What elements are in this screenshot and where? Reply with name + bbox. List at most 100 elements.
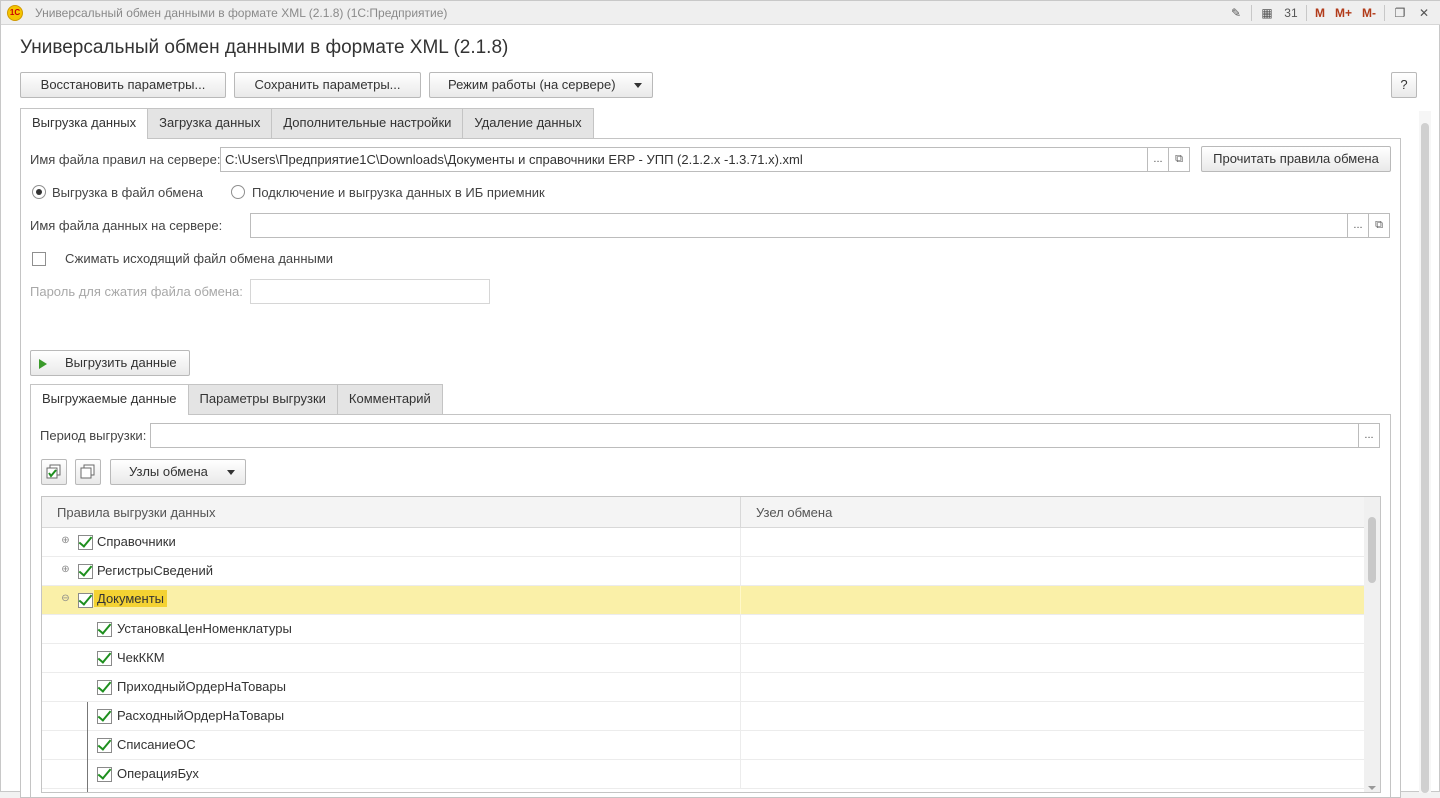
- radio-connect-export-label[interactable]: Подключение и выгрузка данных в ИБ прием…: [252, 185, 545, 200]
- titlebar-toolbar: ✎ ▦ 31 M M+ M- ❐ ✕: [1227, 4, 1433, 22]
- expand-icon[interactable]: ⊕: [61, 536, 70, 546]
- table-row[interactable]: ОперацияБух: [42, 760, 1364, 789]
- app-logo-icon: 1С: [7, 5, 23, 21]
- row-label: Документы: [94, 590, 168, 607]
- help-button[interactable]: ?: [1391, 72, 1417, 98]
- row-checkbox[interactable]: [97, 680, 112, 695]
- period-input[interactable]: [150, 423, 1360, 448]
- tab-comment[interactable]: Комментарий: [336, 384, 443, 414]
- notes-icon[interactable]: ✎: [1227, 4, 1245, 22]
- cell-divider: [740, 557, 741, 585]
- app-window: 1С Универсальный обмен данными в формате…: [0, 0, 1440, 798]
- export-data-label: Выгрузить данные: [65, 355, 177, 370]
- row-checkbox[interactable]: [97, 738, 112, 753]
- form-scrollbar[interactable]: [1419, 111, 1431, 793]
- scroll-down-icon[interactable]: [1368, 786, 1376, 790]
- export-data-button[interactable]: Выгрузить данные: [30, 350, 190, 376]
- compress-checkbox[interactable]: [32, 252, 46, 266]
- chevron-down-icon: [634, 83, 642, 88]
- cell-divider: [740, 760, 741, 788]
- row-label: ОперацияБух: [117, 766, 199, 781]
- column-divider: [740, 497, 741, 528]
- row-label: СписаниеОС: [117, 737, 196, 752]
- data-file-browse-button[interactable]: ...: [1347, 213, 1369, 238]
- uncheck-all-button[interactable]: [75, 459, 101, 485]
- table-row-selected[interactable]: ⊖ Документы: [42, 586, 1364, 615]
- calendar-icon[interactable]: 31: [1282, 4, 1300, 22]
- export-rules-table: Правила выгрузки данных Узел обмена ⊕ Сп…: [41, 496, 1381, 793]
- rules-file-open-icon[interactable]: ⧉: [1168, 147, 1190, 172]
- form-scrollbar-thumb[interactable]: [1421, 123, 1429, 793]
- toolbar-divider: [1305, 5, 1307, 21]
- rules-file-input[interactable]: C:\Users\Предприятие1С\Downloads\Докумен…: [220, 147, 1149, 172]
- table-row[interactable]: РасходныйОрдерНаТовары: [42, 702, 1364, 731]
- period-select-button[interactable]: ...: [1358, 423, 1380, 448]
- read-rules-button[interactable]: Прочитать правила обмена: [1201, 146, 1391, 172]
- mode-dropdown-label: Режим работы (на сервере): [448, 77, 616, 92]
- titlebar-text: Универсальный обмен данными в формате XM…: [35, 6, 448, 20]
- table-scrollbar-thumb[interactable]: [1368, 517, 1376, 583]
- toolbar-divider: [1384, 5, 1385, 21]
- password-input[interactable]: [250, 279, 490, 304]
- tree-connector-line: [87, 702, 88, 792]
- cell-divider: [740, 528, 741, 556]
- collapse-icon[interactable]: ⊖: [61, 594, 70, 604]
- row-checkbox[interactable]: [97, 709, 112, 724]
- tab-export[interactable]: Выгрузка данных: [20, 108, 149, 139]
- memory-m-button[interactable]: M: [1313, 4, 1327, 22]
- rules-file-label: Имя файла правил на сервере:: [30, 152, 221, 167]
- row-checkbox[interactable]: [97, 651, 112, 666]
- row-label: РегистрыСведений: [97, 563, 213, 578]
- tab-additional-settings[interactable]: Дополнительные настройки: [271, 108, 464, 138]
- tab-export-params[interactable]: Параметры выгрузки: [187, 384, 338, 414]
- table-row[interactable]: ЧекККМ: [42, 644, 1364, 673]
- row-label: УстановкаЦенНоменклатуры: [117, 621, 292, 636]
- column-header-rules[interactable]: Правила выгрузки данных: [57, 505, 216, 520]
- row-checkbox[interactable]: [97, 622, 112, 637]
- row-checkbox[interactable]: [78, 593, 93, 608]
- memory-minus-button[interactable]: M-: [1360, 4, 1378, 22]
- memory-plus-button[interactable]: M+: [1333, 4, 1354, 22]
- row-checkbox[interactable]: [78, 535, 93, 550]
- cell-divider: [740, 615, 741, 643]
- row-checkbox[interactable]: [97, 767, 112, 782]
- tab-exported-data[interactable]: Выгружаемые данные: [30, 384, 189, 415]
- tab-delete-data[interactable]: Удаление данных: [462, 108, 594, 138]
- main-tabs: Выгрузка данных Загрузка данных Дополнит…: [20, 108, 594, 139]
- table-row[interactable]: ⊕ РегистрыСведений: [42, 557, 1364, 586]
- cell-divider: [740, 644, 741, 672]
- period-label: Период выгрузки:: [40, 428, 147, 443]
- compress-label[interactable]: Сжимать исходящий файл обмена данными: [65, 251, 333, 266]
- radio-connect-export[interactable]: [231, 185, 245, 199]
- calculator-icon[interactable]: ▦: [1258, 4, 1276, 22]
- table-row[interactable]: УстановкаЦенНоменклатуры: [42, 615, 1364, 644]
- rules-file-browse-button[interactable]: ...: [1147, 147, 1169, 172]
- table-row[interactable]: СписаниеОС: [42, 731, 1364, 760]
- radio-export-to-file-label[interactable]: Выгрузка в файл обмена: [52, 185, 203, 200]
- mode-dropdown[interactable]: Режим работы (на сервере): [429, 72, 653, 98]
- toolbar-divider: [1250, 5, 1252, 21]
- exchange-nodes-label: Узлы обмена: [129, 464, 208, 479]
- radio-export-to-file[interactable]: [32, 185, 46, 199]
- data-file-open-icon[interactable]: ⧉: [1368, 213, 1390, 238]
- expand-icon[interactable]: ⊕: [61, 565, 70, 575]
- table-row[interactable]: ⊕ Справочники: [42, 528, 1364, 557]
- exchange-nodes-dropdown[interactable]: Узлы обмена: [110, 459, 246, 485]
- chevron-down-icon: [227, 470, 235, 475]
- table-scrollbar[interactable]: [1364, 497, 1380, 792]
- data-file-input[interactable]: [250, 213, 1349, 238]
- row-label: ЧекККМ: [117, 650, 165, 665]
- cell-divider: [740, 673, 741, 701]
- table-header: Правила выгрузки данных Узел обмена: [42, 497, 1364, 528]
- cell-divider: [740, 586, 741, 614]
- tab-import[interactable]: Загрузка данных: [147, 108, 273, 138]
- column-header-node[interactable]: Узел обмена: [756, 505, 832, 520]
- table-row[interactable]: ПриходныйОрдерНаТовары: [42, 673, 1364, 702]
- check-all-button[interactable]: [41, 459, 67, 485]
- save-params-button[interactable]: Сохранить параметры...: [234, 72, 421, 98]
- row-checkbox[interactable]: [78, 564, 93, 579]
- restore-window-icon[interactable]: ❐: [1391, 4, 1409, 22]
- restore-params-button[interactable]: Восстановить параметры...: [20, 72, 226, 98]
- uncheck-all-icon: [80, 464, 95, 479]
- close-window-icon[interactable]: ✕: [1415, 4, 1433, 22]
